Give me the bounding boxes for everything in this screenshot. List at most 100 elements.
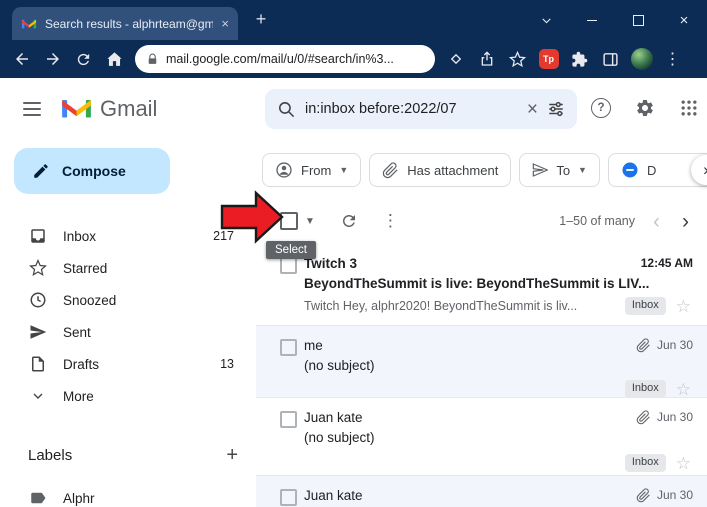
sidebar-item-drafts[interactable]: Drafts 13 [0,348,256,380]
attachment-icon [382,161,399,179]
drafts-count: 13 [220,357,234,371]
sidebar-item-label: Inbox [63,228,97,244]
browser-tab[interactable]: Search results - alphrteam@gma × [12,7,238,40]
inbox-badge: Inbox [624,297,666,315]
forward-icon[interactable] [37,44,68,74]
label-name: Alphr [63,490,95,506]
browser-toolbar: mail.google.com/mail/u/0/#search/in%3...… [0,40,707,78]
newer-page-icon[interactable]: ‹ [653,211,660,232]
extension-tp-icon[interactable]: Tp [533,44,564,74]
extensions-puzzle-icon[interactable] [564,44,595,74]
select-dropdown-icon[interactable]: ▼ [305,216,315,227]
chip-label: Has attachment [407,162,499,178]
sidebar-item-snoozed[interactable]: Snoozed [0,284,256,316]
email-time: Jun 30 [656,410,693,424]
row-checkbox[interactable] [280,339,297,356]
sidebar-item-label: Sent [63,324,91,340]
attachment-icon [636,487,651,503]
sidebar-item-label: More [63,388,94,404]
home-icon[interactable] [99,44,130,74]
pagination-text: 1–50 of many [559,214,635,228]
email-subject: BeyondTheSummit is live: BeyondTheSummit… [304,276,650,291]
bookmark-star-icon[interactable] [502,44,533,74]
refresh-icon[interactable] [340,212,358,230]
star-toggle-icon[interactable]: ☆ [676,298,691,315]
email-sender: me [304,337,323,353]
chevron-down-icon [28,387,47,406]
sidebar-item-sent[interactable]: Sent [0,316,256,348]
create-label-icon[interactable]: + [226,445,238,465]
tab-search-chevron-icon[interactable] [523,0,569,40]
sidebar-item-label: Starred [63,260,108,276]
profile-avatar[interactable] [626,44,657,74]
star-toggle-icon[interactable]: ☆ [676,455,691,472]
help-icon[interactable]: ? [591,98,611,118]
tab-close-icon[interactable]: × [221,16,229,31]
gmail-brand-text: Gmail [100,96,158,121]
send-icon [532,162,549,178]
side-panel-icon[interactable] [595,44,626,74]
chevron-down-icon: ▼ [578,165,587,175]
row-checkbox[interactable] [280,489,297,506]
sidebar-item-starred[interactable]: Starred [0,252,256,284]
filter-chip-to[interactable]: To ▼ [519,153,600,187]
more-options-icon[interactable]: ⋮ [382,211,399,231]
gmail-logo-icon [60,95,93,125]
email-sender: Juan kate [304,487,363,503]
sidebar-item-more[interactable]: More [0,380,256,412]
extension-tp-badge: Tp [538,49,559,69]
settings-gear-icon[interactable] [635,98,655,118]
row-checkbox[interactable] [280,411,297,428]
apps-grid-icon[interactable] [679,98,699,118]
new-tab-button[interactable]: + [250,9,272,30]
labels-header: Labels [28,446,73,464]
attachment-icon [636,409,651,425]
compose-button[interactable]: Compose [14,148,170,194]
search-bar[interactable]: in:inbox before:2022/07 × [265,89,577,129]
pencil-icon [32,162,50,180]
filter-chip-from[interactable]: From ▼ [262,153,362,187]
email-time: Jun 30 [656,338,693,352]
search-input[interactable]: in:inbox before:2022/07 [305,101,518,117]
clear-search-icon[interactable]: × [527,100,538,119]
inbox-badge: Inbox [624,380,666,398]
older-page-icon[interactable]: › [682,211,689,232]
browser-window: Search results - alphrteam@gma × + × mai… [0,0,707,507]
person-circle-icon [275,161,293,179]
sidebar-label-alphr[interactable]: Alphr [0,482,256,507]
email-row[interactable]: me Jun 30 (no subject) Inbox ☆ [256,326,707,398]
maximize-button[interactable] [615,0,661,40]
share-icon[interactable] [471,44,502,74]
address-bar[interactable]: mail.google.com/mail/u/0/#search/in%3... [135,45,435,73]
chip-label: D [646,162,657,178]
main-menu-icon[interactable] [23,102,41,116]
reload-icon[interactable] [68,44,99,74]
inbox-icon [28,227,47,246]
gmail-favicon-icon [21,17,37,30]
reading-mode-icon[interactable] [440,44,471,74]
email-time: 12:45 AM [640,256,693,270]
search-options-icon[interactable] [547,100,565,118]
window-controls: × [523,0,707,40]
select-tooltip: Select [266,241,316,259]
sidebar-item-label: Drafts [63,356,100,372]
star-icon [28,259,47,278]
titlebar: Search results - alphrteam@gma × + × [0,0,707,40]
lock-icon[interactable] [146,53,159,66]
close-window-button[interactable]: × [661,0,707,40]
email-row[interactable]: Twitch 3 12:45 AM BeyondTheSummit is liv… [256,244,707,326]
email-rows: Twitch 3 12:45 AM BeyondTheSummit is liv… [256,244,707,507]
filter-chip-has-attachment[interactable]: Has attachment [369,153,512,187]
minimize-button[interactable] [569,0,615,40]
gmail-header: Gmail in:inbox before:2022/07 × ? [0,78,707,140]
back-icon[interactable] [6,44,37,74]
star-toggle-icon[interactable]: ☆ [676,381,691,398]
email-row[interactable]: Juan kate Jun 30 (no subject) Inbox ☆ [256,398,707,476]
email-row[interactable]: Juan kate Jun 30 [256,476,707,507]
row-checkbox[interactable] [280,257,297,274]
send-icon [28,323,47,342]
search-icon[interactable] [277,100,296,119]
clock-icon [28,291,47,310]
sidebar-item-inbox[interactable]: Inbox 217 [0,220,256,252]
browser-menu-icon[interactable]: ⋮ [657,44,688,74]
